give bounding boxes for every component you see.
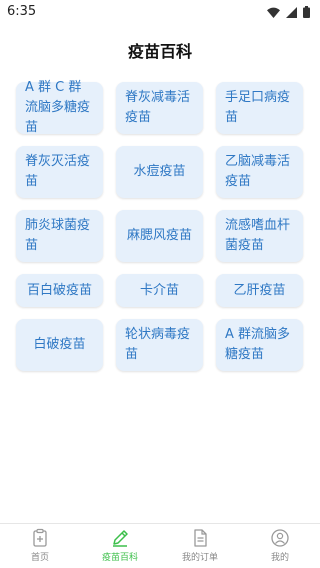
vaccine-tile[interactable]: 脊灰灭活疫苗 [16,146,103,198]
pencil-icon [113,530,128,547]
vaccine-tile[interactable]: 百白破疫苗 [16,274,103,307]
vaccine-tile-label: A 群流脑多糖疫苗 [225,327,291,362]
vaccine-tile-label: 手足口病疫苗 [225,90,291,125]
tab-label: 我的 [270,553,289,563]
vaccine-tile-label: A 群 C 群流脑多糖疫苗 [25,80,91,135]
vaccine-tile[interactable]: 乙肝疫苗 [216,274,303,307]
vaccine-tile[interactable]: A 群 C 群流脑多糖疫苗 [16,80,103,135]
vaccine-tile-label: 脊灰减毒活疫苗 [125,90,191,125]
status-time: 6:35 [7,4,37,19]
vaccine-tile-label: 卡介苗 [139,282,179,298]
vaccine-tile[interactable]: 肺炎球菌疫苗 [16,210,103,262]
vaccine-grid: A 群 C 群流脑多糖疫苗 脊灰减毒活疫苗 手足口病疫苗 脊灰灭活疫苗 水痘疫苗… [16,80,304,371]
vaccine-tile[interactable]: 乙脑减毒活疫苗 [216,146,303,198]
vaccine-tile[interactable]: 卡介苗 [116,274,203,307]
vaccine-tile[interactable]: 水痘疫苗 [116,146,203,198]
tab-vaccine-encyclopedia[interactable]: 疫苗百科 [80,524,160,568]
battery-icon [303,6,310,18]
bottom-tab-bar: 首页 疫苗百科 我的订单 我的 [0,523,320,568]
vaccine-tile[interactable]: 手足口病疫苗 [216,82,303,134]
status-icons [267,6,310,18]
user-icon [271,529,289,547]
vaccine-tile-label: 乙脑减毒活疫苗 [225,154,291,189]
home-icon [33,528,47,547]
page-title: 疫苗百科 [127,42,192,61]
status-bar: 6:35 [0,0,320,24]
vaccine-tile[interactable]: 白破疫苗 [16,319,103,371]
vaccine-tile-label: 脊灰灭活疫苗 [25,154,91,189]
vaccine-tile-label: 乙肝疫苗 [233,282,286,298]
signal-icon [286,6,297,18]
tab-my-orders[interactable]: 我的订单 [160,524,240,568]
vaccine-tile-label: 水痘疫苗 [133,164,186,179]
wifi-icon [267,7,280,18]
vaccine-tile[interactable]: 流感嗜血杆菌疫苗 [216,210,303,262]
vaccine-tile[interactable]: A 群流脑多糖疫苗 [216,319,303,371]
vaccine-tile-label: 轮状病毒疫苗 [125,327,191,362]
tab-label: 疫苗百科 [101,553,138,563]
tab-home[interactable]: 首页 [0,524,80,568]
vaccine-tile-label: 麻腮风疫苗 [126,228,192,243]
vaccine-tile[interactable]: 脊灰减毒活疫苗 [116,82,203,134]
tab-label: 我的订单 [181,553,218,563]
vaccine-tile[interactable]: 轮状病毒疫苗 [116,319,203,371]
vaccine-tile-label: 流感嗜血杆菌疫苗 [225,218,291,253]
vaccine-tile[interactable]: 麻腮风疫苗 [116,210,203,262]
document-icon [194,529,207,547]
tab-profile[interactable]: 我的 [240,524,320,568]
vaccine-tile-label: 肺炎球菌疫苗 [25,218,91,253]
vaccine-tile-label: 百白破疫苗 [26,282,92,298]
vaccine-tile-label: 白破疫苗 [33,337,86,352]
tab-label: 首页 [30,553,49,563]
